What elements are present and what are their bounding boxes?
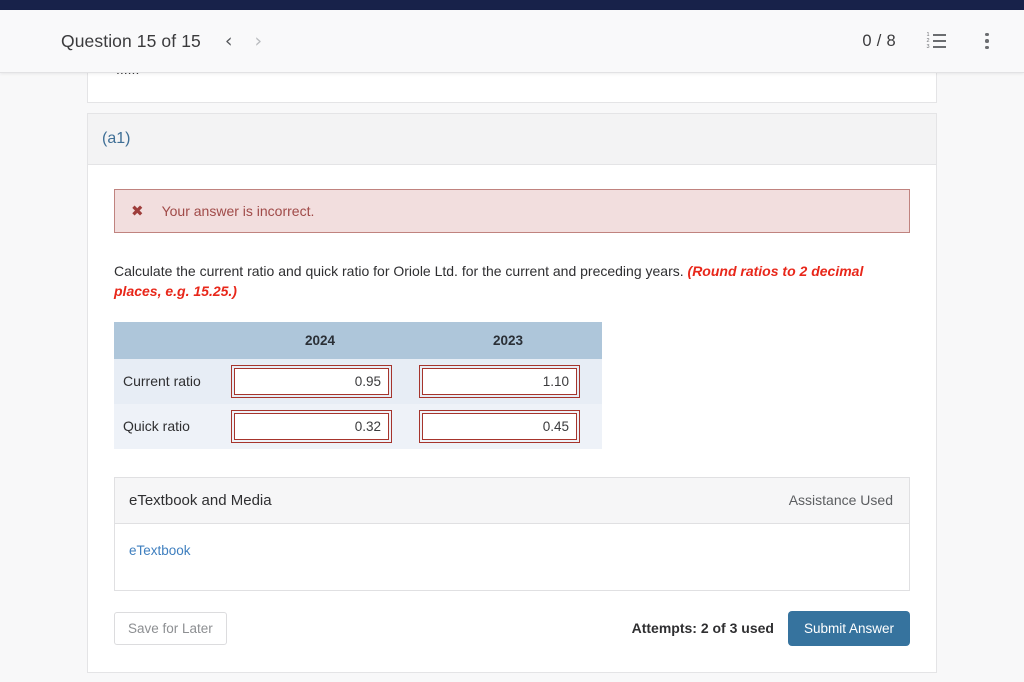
cell-current-ratio-2024 (226, 359, 414, 404)
part-label-a1: (a1) (88, 114, 936, 165)
table-row: Quick ratio (114, 404, 602, 449)
question-list-button[interactable]: 1 2 3 (925, 30, 947, 52)
part-footer: Save for Later Attempts: 2 of 3 used Sub… (114, 591, 910, 672)
header-right-group: 0 / 8 1 2 3 (862, 30, 998, 52)
app-header: Question 15 of 15 ‹ › 0 / 8 1 2 3 (0, 10, 1024, 73)
previous-part-card-clipped: ...... (87, 73, 937, 103)
incorrect-answer-alert: ✖ Your answer is incorrect. (114, 189, 910, 233)
cell-quick-ratio-2023 (414, 404, 602, 449)
input-current-ratio-2024[interactable] (234, 368, 389, 395)
assistance-used-label: Assistance Used (789, 492, 893, 508)
submit-answer-button[interactable]: Submit Answer (788, 611, 910, 646)
question-prompt: Calculate the current ratio and quick ra… (114, 262, 904, 302)
etextbook-panel: eTextbook and Media Assistance Used eTex… (114, 477, 910, 591)
error-x-icon: ✖ (131, 204, 144, 219)
part-card-a1: (a1) ✖ Your answer is incorrect. Calcula… (87, 113, 937, 673)
alert-message: Your answer is incorrect. (162, 203, 315, 219)
input-current-ratio-2023[interactable] (422, 368, 577, 395)
part-body-a1: ✖ Your answer is incorrect. Calculate th… (88, 165, 936, 672)
question-navigation: ‹ › (225, 32, 262, 51)
cell-quick-ratio-2024 (226, 404, 414, 449)
more-options-icon (985, 33, 989, 50)
etextbook-header: eTextbook and Media Assistance Used (115, 478, 909, 524)
top-navy-bar (0, 0, 1024, 10)
cell-current-ratio-2023 (414, 359, 602, 404)
clipped-text: ...... (116, 73, 139, 77)
prompt-main: Calculate the current ratio and quick ra… (114, 263, 688, 279)
etextbook-body: eTextbook (115, 524, 909, 590)
table-header-2024: 2024 (226, 322, 414, 359)
table-row: Current ratio (114, 359, 602, 404)
row-label-current-ratio: Current ratio (114, 359, 226, 404)
etextbook-title: eTextbook and Media (129, 492, 272, 509)
table-header-2023: 2023 (414, 322, 602, 359)
row-label-quick-ratio: Quick ratio (114, 404, 226, 449)
page-title: Question 15 of 15 (61, 31, 201, 52)
attempts-counter: Attempts: 2 of 3 used (632, 620, 774, 636)
next-question-button[interactable]: › (254, 32, 262, 51)
ratio-answer-table: 2024 2023 Current ratio (114, 322, 602, 449)
etextbook-link[interactable]: eTextbook (129, 543, 191, 558)
more-options-button[interactable] (976, 30, 998, 52)
page-body: ...... (a1) ✖ Your answer is incorrect. … (0, 73, 1024, 682)
list-number-3: 3 (927, 45, 930, 51)
table-header-row: 2024 2023 (114, 322, 602, 359)
footer-right-group: Attempts: 2 of 3 used Submit Answer (632, 611, 910, 646)
table-corner-header (114, 322, 226, 359)
previous-question-button[interactable]: ‹ (225, 32, 233, 51)
input-quick-ratio-2024[interactable] (234, 413, 389, 440)
score-display: 0 / 8 (862, 32, 896, 51)
input-quick-ratio-2023[interactable] (422, 413, 577, 440)
numbered-list-icon: 1 2 3 (927, 34, 946, 48)
save-for-later-button[interactable]: Save for Later (114, 612, 227, 645)
